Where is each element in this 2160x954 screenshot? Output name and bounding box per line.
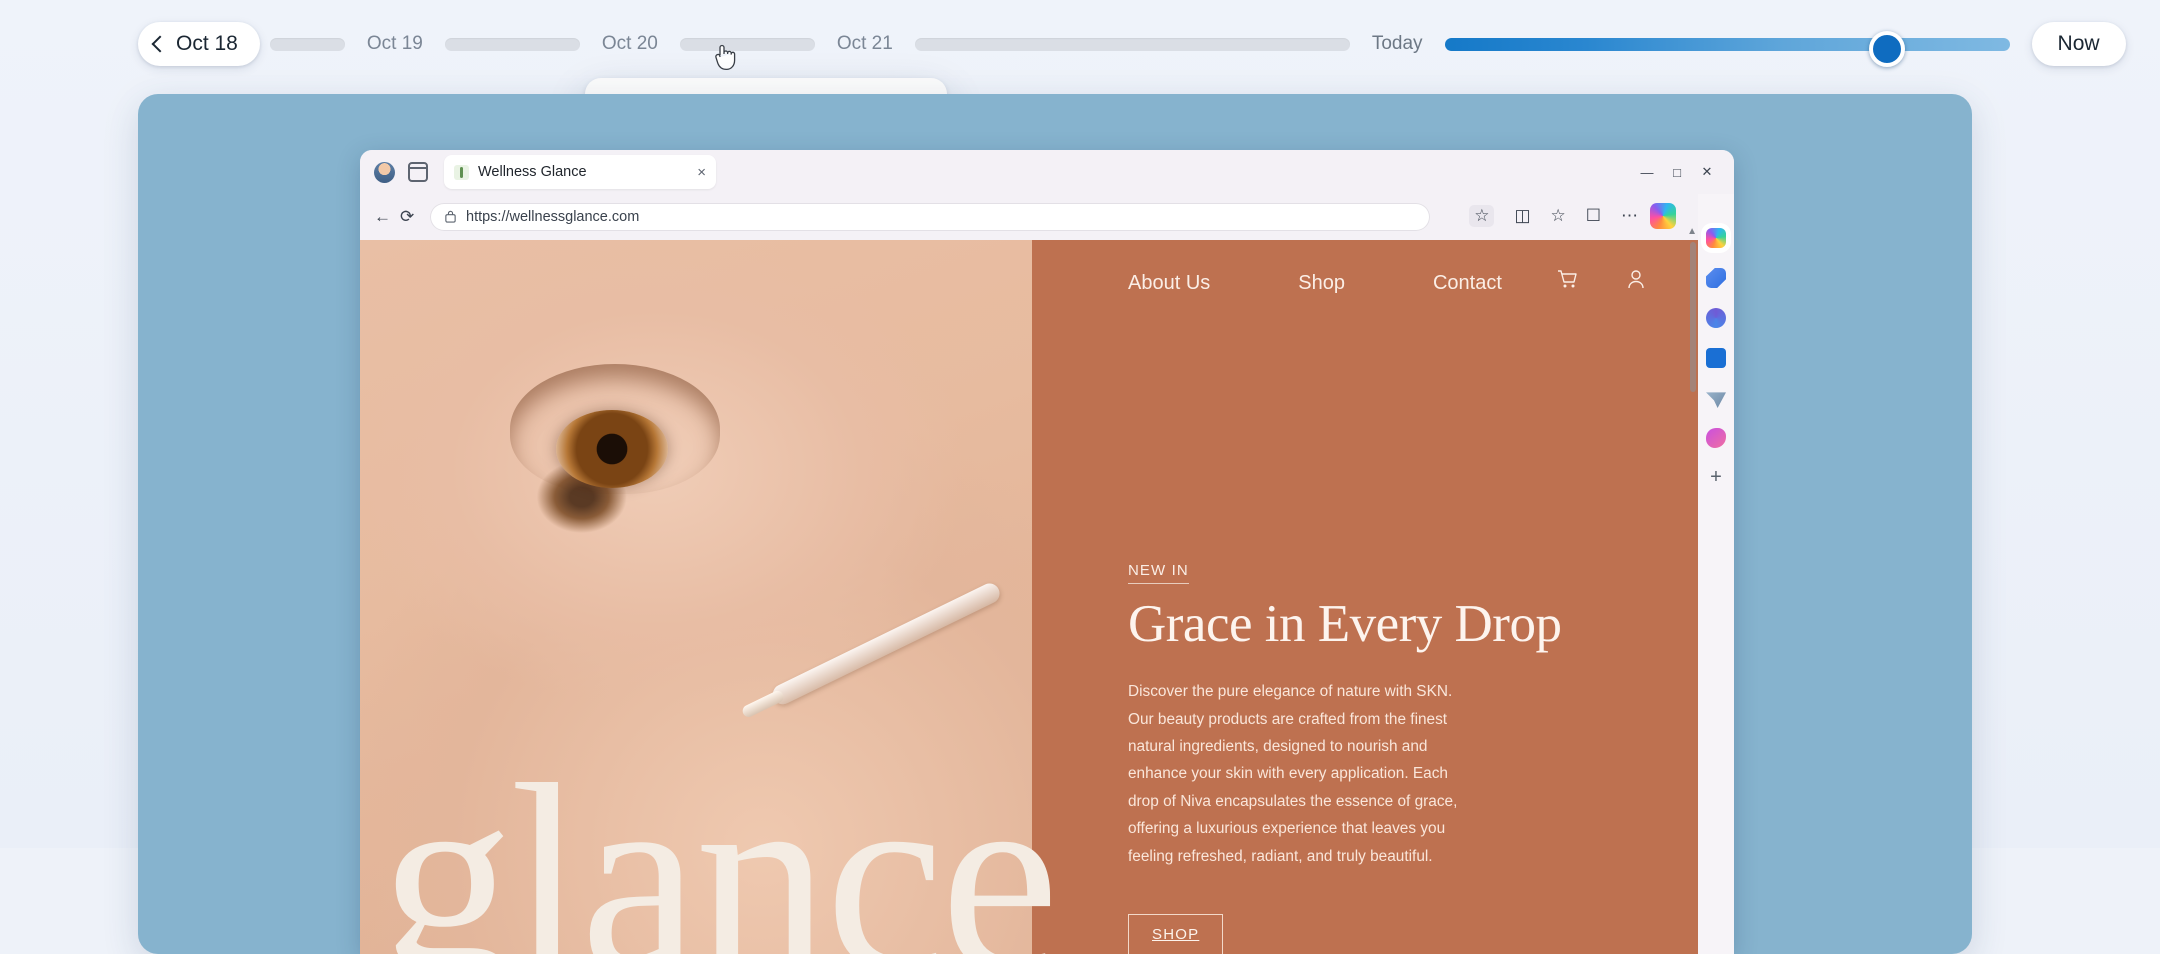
browser-sidebar-rail[interactable]: + bbox=[1698, 194, 1734, 954]
favorite-add-icon[interactable]: ☆ bbox=[1469, 205, 1495, 227]
more-options-icon[interactable]: ⋯ bbox=[1621, 207, 1638, 225]
url-text: https://wellnessglance.com bbox=[466, 209, 640, 225]
timeline-segment[interactable] bbox=[679, 37, 815, 51]
web-page-content: About Us Shop Contact NEW IN Grace in Ev… bbox=[360, 240, 1698, 954]
timeline-segment[interactable] bbox=[444, 37, 580, 51]
close-icon[interactable]: × bbox=[697, 165, 706, 180]
scroll-up-arrow[interactable]: ▲ bbox=[1687, 226, 1697, 237]
browser-essentials-icon[interactable]: ☐ bbox=[1586, 207, 1601, 225]
time-slider-thumb[interactable] bbox=[1868, 31, 1905, 67]
close-button[interactable]: ✕ bbox=[1692, 161, 1722, 183]
browser-tabstrip[interactable]: Wellness Glance × — □ ✕ bbox=[360, 150, 1734, 194]
timeline-day-oct21[interactable]: Oct 21 bbox=[837, 33, 893, 55]
copilot-icon[interactable] bbox=[1650, 203, 1676, 229]
browser-window-snapshot[interactable]: Wellness Glance × — □ ✕ ← ⟳ https://well… bbox=[360, 150, 1734, 954]
microsoft-365-icon[interactable] bbox=[1706, 308, 1726, 328]
cart-icon[interactable] bbox=[1556, 268, 1578, 290]
site-info-icon[interactable] bbox=[444, 210, 457, 224]
avatar[interactable] bbox=[374, 162, 395, 183]
time-slider-track[interactable] bbox=[1444, 38, 2010, 51]
nav-link-shop[interactable]: Shop bbox=[1298, 272, 1345, 295]
browser-tab[interactable]: Wellness Glance × bbox=[444, 155, 716, 189]
minimize-button[interactable]: — bbox=[1632, 161, 1662, 183]
tab-actions-icon[interactable] bbox=[408, 162, 428, 182]
current-day-label: Oct 18 bbox=[176, 32, 238, 55]
site-navigation[interactable]: About Us Shop Contact bbox=[1032, 240, 1698, 326]
chevron-left-icon[interactable] bbox=[151, 35, 169, 53]
browser-toolbar-icons[interactable]: ☆ ◫ ☆ ☐ ⋯ bbox=[1469, 205, 1638, 227]
recall-timeline-screen: Oct 18 Oct 19 Oct 20 Oct 21 Today Now 11… bbox=[0, 0, 2160, 954]
brand-wordmark-clip: glance bbox=[360, 624, 1698, 954]
scrollbar-thumb[interactable] bbox=[1690, 242, 1696, 392]
nav-link-about-us[interactable]: About Us bbox=[1128, 272, 1210, 295]
leaf-icon bbox=[454, 164, 469, 180]
browser-navbar[interactable]: ← ⟳ https://wellnessglance.com ☆ ◫ ☆ ☐ ⋯ bbox=[360, 194, 1734, 240]
timeline-day-oct19[interactable]: Oct 19 bbox=[367, 33, 423, 55]
eye-iris bbox=[556, 410, 668, 488]
add-sidebar-icon[interactable]: + bbox=[1710, 467, 1722, 487]
collections-icon[interactable]: ☆ bbox=[1551, 207, 1566, 225]
split-screen-icon[interactable]: ◫ bbox=[1514, 207, 1530, 225]
nav-link-contact[interactable]: Contact bbox=[1433, 272, 1502, 295]
shopping-tag-icon[interactable] bbox=[1706, 268, 1726, 288]
creator-icon[interactable] bbox=[1706, 428, 1726, 448]
back-icon[interactable]: ← bbox=[374, 207, 391, 227]
maximize-button[interactable]: □ bbox=[1662, 161, 1692, 183]
account-icon[interactable] bbox=[1626, 268, 1646, 290]
reload-icon[interactable]: ⟳ bbox=[400, 207, 414, 227]
eyebrow-label: NEW IN bbox=[1128, 562, 1189, 584]
page-scrollbar[interactable]: ▲ bbox=[1687, 226, 1698, 954]
brand-wordmark: glance bbox=[380, 729, 1059, 954]
timeline-today-label[interactable]: Today bbox=[1372, 33, 1423, 55]
snapshot-device-frame: Wellness Glance × — □ ✕ ← ⟳ https://well… bbox=[138, 94, 1972, 954]
window-controls[interactable]: — □ ✕ bbox=[1632, 161, 1722, 183]
copilot-icon[interactable] bbox=[1706, 228, 1726, 248]
time-slider[interactable] bbox=[1444, 31, 2010, 67]
address-bar[interactable]: https://wellnessglance.com bbox=[430, 203, 1430, 231]
outlook-icon[interactable] bbox=[1706, 348, 1726, 368]
timeline-day-oct20[interactable]: Oct 20 bbox=[602, 33, 658, 55]
current-day-pill[interactable]: Oct 18 bbox=[138, 22, 260, 66]
timeline-segment[interactable] bbox=[269, 37, 345, 51]
games-icon[interactable] bbox=[1706, 392, 1726, 408]
tab-title: Wellness Glance bbox=[478, 164, 587, 180]
timeline-bar[interactable]: Oct 18 Oct 19 Oct 20 Oct 21 Today Now bbox=[0, 0, 2160, 88]
timeline-segment[interactable] bbox=[914, 37, 1350, 51]
now-button[interactable]: Now bbox=[2031, 22, 2126, 66]
